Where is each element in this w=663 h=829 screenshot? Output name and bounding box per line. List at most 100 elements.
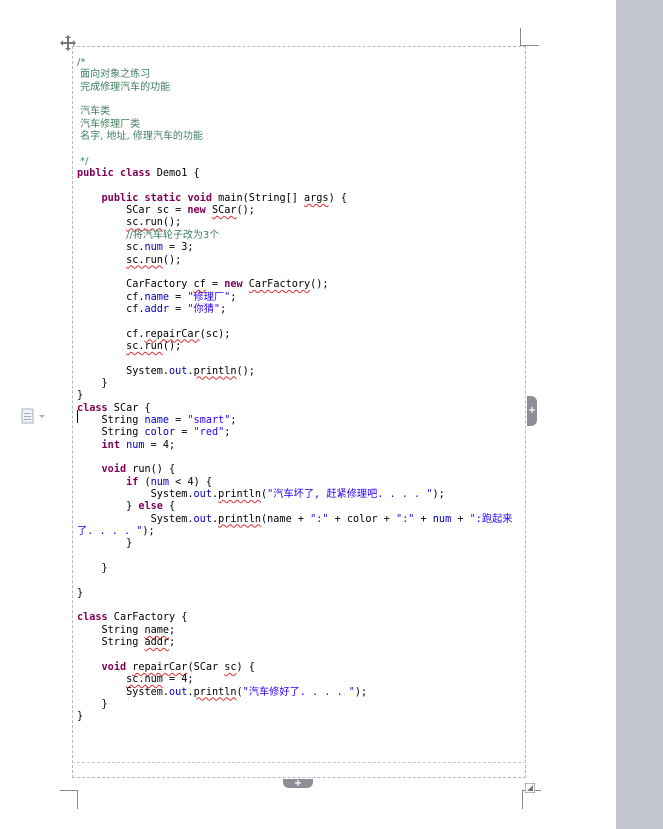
add-row-icon[interactable]: +: [283, 779, 313, 789]
code-token: void: [187, 192, 212, 204]
code-token: ();: [162, 254, 182, 266]
code-token: name: [144, 291, 170, 303]
code-line: class CarFactory {: [77, 612, 527, 624]
code-token: out: [193, 513, 212, 525]
code-token: ) {: [328, 192, 347, 204]
code-token: +: [414, 513, 433, 525]
code-line: }: [77, 378, 527, 390]
code-token: public: [77, 168, 114, 180]
code-token: );: [432, 489, 445, 501]
code-token: }: [77, 390, 84, 402]
code-token: Demo1 {: [150, 168, 200, 180]
table-row-divider: [72, 762, 526, 763]
code-token: ();: [162, 340, 182, 352]
code-line: sc.run();: [77, 255, 527, 267]
code-line: String addr;: [77, 637, 527, 649]
code-token: ":跑起来: [469, 513, 513, 525]
code-token: repairCar: [144, 328, 200, 340]
code-token: ();: [236, 365, 255, 377]
code-line: }: [77, 563, 527, 575]
code-line: }: [77, 711, 527, 723]
code-line: class SCar {: [77, 403, 527, 415]
code-token: if: [126, 476, 139, 488]
code-line: 名字, 地址, 修理汽车的功能: [77, 131, 527, 143]
code-token: args: [304, 192, 329, 204]
table-resize-icon[interactable]: [524, 778, 536, 794]
code-token: public: [101, 192, 139, 204]
code-token: }: [77, 538, 133, 550]
code-token: void: [101, 464, 127, 476]
code-token: {: [162, 501, 176, 513]
code-token: =: [169, 303, 188, 315]
code-line: 了. . . . ");: [77, 526, 527, 538]
code-token: //将汽车轮子改为3个: [126, 229, 220, 241]
code-token: = 3;: [162, 242, 194, 254]
code-token: out: [169, 365, 188, 377]
code-line: */: [77, 156, 527, 168]
table-move-icon[interactable]: [60, 35, 76, 51]
code-token: "汽车坏了, 赶紧修理吧. . . . ": [267, 489, 433, 501]
code-line: String name = "smart";: [77, 415, 527, 427]
code-token: 汽车修理厂类: [77, 118, 141, 130]
code-token: println: [218, 513, 262, 525]
code-token: SCar: [211, 205, 237, 217]
code-line: cf.addr = "你猜";: [77, 304, 527, 316]
code-token: println: [218, 489, 262, 501]
code-line: if (num < 4) {: [77, 477, 527, 489]
code-token: num: [432, 513, 452, 525]
code-token: cf.: [77, 291, 145, 303]
code-token: CarFactory {: [107, 612, 188, 624]
code-line: public class Demo1 {: [77, 168, 527, 180]
code-token: String: [77, 624, 145, 636]
code-token: (SCar: [187, 661, 225, 673]
code-token: class: [77, 612, 108, 624]
code-token: println: [193, 365, 237, 377]
code-token: new: [224, 279, 243, 291]
code-token: "red": [193, 427, 225, 439]
code-token: repairCar: [132, 661, 188, 673]
code-token: }: [77, 698, 108, 710]
code-token: 完成修理汽车的功能: [77, 81, 171, 93]
code-token: String: [77, 637, 145, 649]
code-token: 了. . . . ": [77, 526, 143, 538]
code-token: out: [169, 686, 188, 698]
code-token: "修理厂": [187, 291, 231, 303]
code-token: String: [77, 427, 145, 439]
code-token: cf.: [77, 328, 145, 340]
code-line: }: [77, 538, 527, 550]
code-token: sc.run: [126, 217, 163, 229]
code-token: ;: [169, 637, 176, 649]
code-token: (name +: [261, 513, 311, 525]
code-token: sc.run: [126, 340, 163, 352]
page-scroll-gutter[interactable]: [616, 0, 663, 829]
code-line: System.out.println("汽车修好了. . . . ");: [77, 687, 527, 699]
code-block[interactable]: /* 面向对象之练习 完成修理汽车的功能 汽车类 汽车修理厂类 名字, 地址, …: [77, 57, 527, 724]
code-line: CarFactory cf = new CarFactory();: [77, 279, 527, 291]
code-token: name: [144, 414, 170, 426]
code-token: System.: [77, 365, 170, 377]
code-token: ();: [162, 217, 182, 229]
code-token: println: [193, 686, 237, 698]
code-token: ":": [310, 513, 329, 525]
code-line: void run() {: [77, 464, 527, 476]
crop-mark-top-right: [520, 28, 539, 46]
code-token: ();: [236, 205, 255, 217]
code-token: class: [119, 168, 151, 180]
code-token: = 4;: [162, 674, 194, 686]
code-token: SCar sc =: [77, 205, 188, 217]
layout-options-icon[interactable]: [20, 407, 50, 425]
code-token: CarFactory: [248, 279, 311, 291]
code-line: void repairCar(SCar sc) {: [77, 662, 527, 674]
add-column-icon[interactable]: +: [527, 396, 537, 426]
code-token: =: [169, 291, 188, 303]
code-token: ;: [230, 291, 237, 303]
code-token: */: [77, 155, 89, 167]
code-line: 汽车类: [77, 106, 527, 118]
code-token: int: [101, 439, 120, 451]
